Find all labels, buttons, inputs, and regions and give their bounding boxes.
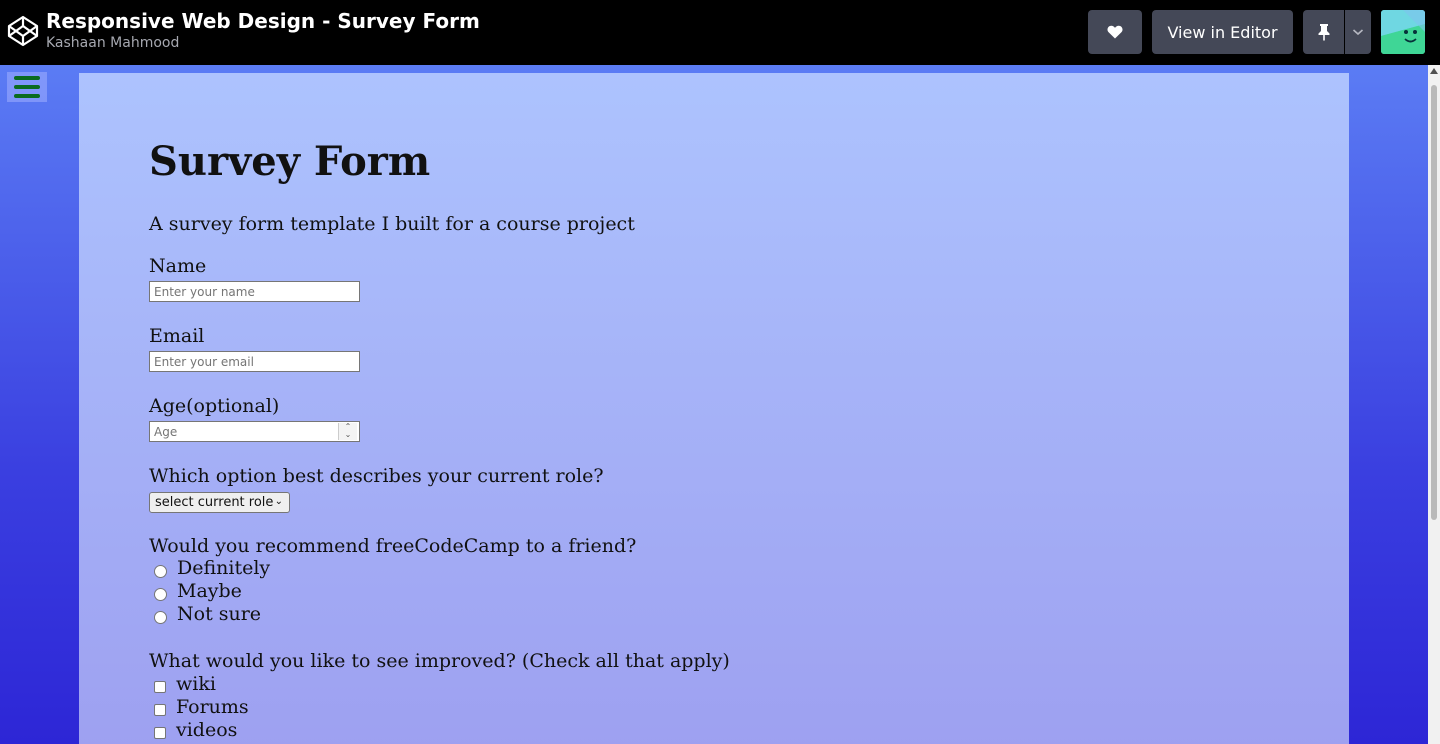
pen-preview: Survey Form A survey form template I bui… [0,65,1428,744]
checkbox-label-wiki: wiki [176,673,216,695]
pin-dropdown-button[interactable] [1345,10,1371,54]
email-field[interactable] [149,351,360,372]
radio-maybe[interactable] [154,588,167,601]
view-in-editor-button[interactable]: View in Editor [1152,10,1293,54]
heart-icon [1107,25,1123,39]
hamburger-menu-icon[interactable] [7,72,47,102]
name-label: Name [149,255,207,277]
user-avatar[interactable] [1381,10,1425,54]
age-label: Age(optional) [149,395,280,417]
checkbox-videos[interactable] [154,727,166,739]
checkbox-label-forums: Forums [176,696,249,718]
pen-author[interactable]: Kashaan Mahmood [46,35,179,51]
checkbox-wiki[interactable] [154,681,166,693]
improve-label: What would you like to see improved? (Ch… [149,650,730,672]
codepen-logo-icon[interactable] [7,15,39,47]
checkbox-label-videos: videos [176,719,238,741]
avatar-face-icon [1381,10,1425,54]
radio-not-sure[interactable] [154,611,167,624]
codepen-header: Responsive Web Design - Survey Form Kash… [0,0,1440,65]
radio-label-maybe: Maybe [177,580,242,602]
checkbox-forums[interactable] [154,704,166,716]
age-field[interactable] [149,421,360,442]
survey-card: Survey Form A survey form template I bui… [79,73,1349,744]
pin-icon [1318,24,1329,41]
pin-button[interactable] [1303,10,1344,54]
role-select-value: select current role [155,495,274,510]
form-description: A survey form template I built for a cou… [149,213,635,235]
role-select[interactable]: select current role ⌄ [149,492,290,513]
role-label: Which option best describes your current… [149,465,604,487]
like-button[interactable] [1088,10,1142,54]
radio-label-not-sure: Not sure [177,603,262,625]
page-title: Survey Form [149,138,431,185]
pen-title[interactable]: Responsive Web Design - Survey Form [46,9,480,33]
email-label: Email [149,325,205,347]
recommend-label: Would you recommend freeCodeCamp to a fr… [149,535,637,557]
name-field[interactable] [149,281,360,302]
chevron-down-icon [1352,29,1364,36]
page-scrollbar[interactable] [1428,65,1440,744]
chevron-down-icon: ⌄ [274,496,283,507]
radio-label-definitely: Definitely [177,557,271,579]
age-stepper[interactable]: ⌃ ⌄ [338,423,357,440]
scrollbar-thumb[interactable] [1431,85,1437,520]
scroll-up-arrow-icon[interactable] [1430,68,1438,74]
radio-definitely[interactable] [154,565,167,578]
